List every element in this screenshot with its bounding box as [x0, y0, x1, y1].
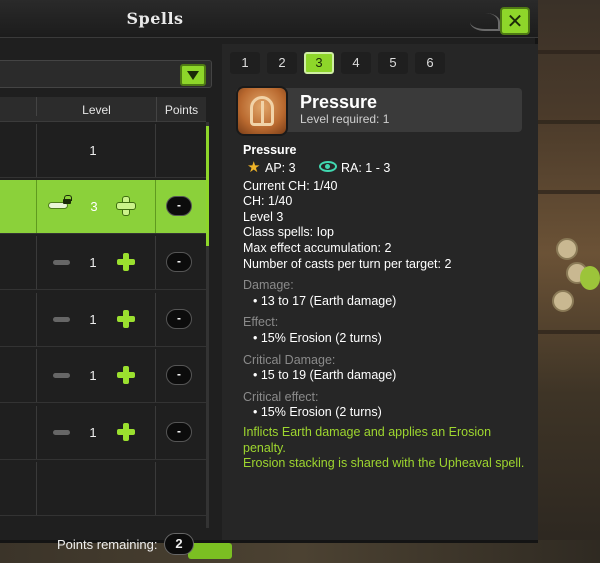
- spell-level: 1: [89, 143, 97, 158]
- detail-line: Class spells: Iop: [243, 225, 335, 240]
- crit-effect-label: Critical effect:: [243, 389, 319, 404]
- spell-icon: [236, 86, 288, 136]
- minus-button[interactable]: [53, 260, 70, 265]
- tab-level-3[interactable]: 3: [304, 52, 334, 74]
- spell-name: Pressure: [300, 92, 378, 112]
- spell-row[interactable]: 1 -: [0, 349, 206, 403]
- spells-window: Spells ✕ Level Points 1 3 - 1 - 1 - 1 - …: [0, 0, 538, 555]
- spell-points: -: [166, 422, 192, 442]
- spell-row[interactable]: 1 -: [0, 406, 206, 460]
- detail-line: CH: 1/40: [243, 194, 293, 209]
- spell-row[interactable]: 1 -: [0, 293, 206, 347]
- window-titlebar: Spells ✕: [0, 0, 538, 38]
- spell-details: Pressure ★ AP: 3 RA: 1 - 3 Current CH: 1…: [243, 143, 533, 472]
- range: RA: 1 - 3: [341, 160, 391, 175]
- points-remaining: Points remaining: 2: [0, 530, 206, 560]
- filter-select[interactable]: [0, 60, 212, 88]
- spell-level: 1: [89, 425, 97, 440]
- eye-icon: [319, 160, 337, 172]
- minus-button[interactable]: [53, 373, 70, 378]
- spell-points: -: [166, 196, 192, 216]
- minus-button[interactable]: [53, 430, 70, 435]
- spell-row[interactable]: [0, 462, 206, 516]
- spell-row[interactable]: 1: [0, 124, 206, 178]
- plus-icon[interactable]: [117, 253, 135, 271]
- spell-level: 1: [89, 255, 97, 270]
- dropdown-arrow-icon[interactable]: [180, 64, 206, 86]
- spell-row[interactable]: 1 -: [0, 236, 206, 290]
- detail-line: Current CH: 1/40: [243, 178, 338, 193]
- damage-value: • 13 to 17 (Earth damage): [253, 293, 397, 308]
- detail-line: Number of casts per turn per target: 2: [243, 256, 452, 271]
- effect-label: Effect:: [243, 315, 279, 330]
- spell-level: 1: [89, 312, 97, 327]
- effect-value: • 15% Erosion (2 turns): [253, 330, 382, 345]
- window-title: Spells: [126, 9, 184, 28]
- column-header-points[interactable]: Points: [156, 97, 206, 122]
- tab-level-2[interactable]: 2: [267, 52, 297, 74]
- detail-title: Pressure: [243, 143, 297, 157]
- spell-level: 3: [90, 199, 98, 214]
- plus-icon[interactable]: [117, 197, 135, 215]
- minus-button[interactable]: [53, 317, 70, 322]
- plus-icon[interactable]: [117, 366, 135, 384]
- spell-row-selected[interactable]: 3 -: [0, 180, 206, 234]
- detail-line: Max effect accumulation: 2: [243, 240, 392, 255]
- plus-icon[interactable]: [117, 310, 135, 328]
- close-button[interactable]: ✕: [500, 7, 530, 35]
- spell-list-header: Level Points: [0, 97, 206, 122]
- points-remaining-value: 2: [164, 533, 194, 555]
- tab-level-6[interactable]: 6: [415, 52, 445, 74]
- lock-icon: [63, 195, 72, 204]
- pressure-glyph-icon: [250, 96, 274, 126]
- spell-description-2: Erosion stacking is shared with the Uphe…: [243, 456, 525, 471]
- plus-icon[interactable]: [117, 423, 135, 441]
- close-icon: ✕: [506, 9, 524, 33]
- crit-damage-value: • 15 to 19 (Earth damage): [253, 368, 397, 383]
- spell-points: -: [166, 252, 192, 272]
- star-icon: ★: [247, 158, 261, 176]
- spell-description: Inflicts Earth damage and applies an Ero…: [243, 424, 492, 455]
- ap-cost: AP: 3: [265, 160, 296, 175]
- spell-points: -: [166, 365, 192, 385]
- spell-points: -: [166, 309, 192, 329]
- spell-level-required: Level required: 1: [300, 112, 390, 126]
- spell-list-panel: Level Points 1 3 - 1 - 1 - 1 - 1 - Point…: [0, 44, 218, 555]
- detail-line: Level 3: [243, 209, 284, 224]
- tab-level-1[interactable]: 1: [230, 52, 260, 74]
- tab-level-5[interactable]: 5: [378, 52, 408, 74]
- damage-label: Damage:: [243, 278, 294, 293]
- crit-damage-label: Critical Damage:: [243, 352, 336, 367]
- spell-level: 1: [89, 368, 97, 383]
- points-remaining-label: Points remaining:: [57, 537, 158, 552]
- stat-row: ★ AP: 3 RA: 1 - 3: [243, 159, 533, 179]
- tab-level-4[interactable]: 4: [341, 52, 371, 74]
- crit-effect-value: • 15% Erosion (2 turns): [253, 405, 382, 420]
- ornament-icon: [470, 13, 500, 31]
- scrollbar[interactable]: [206, 122, 209, 528]
- column-header-level[interactable]: Level: [36, 97, 156, 117]
- scrollbar-thumb[interactable]: [206, 126, 209, 246]
- spell-list: 1 3 - 1 - 1 - 1 - 1 -: [0, 124, 206, 528]
- game-world-background: [538, 0, 600, 563]
